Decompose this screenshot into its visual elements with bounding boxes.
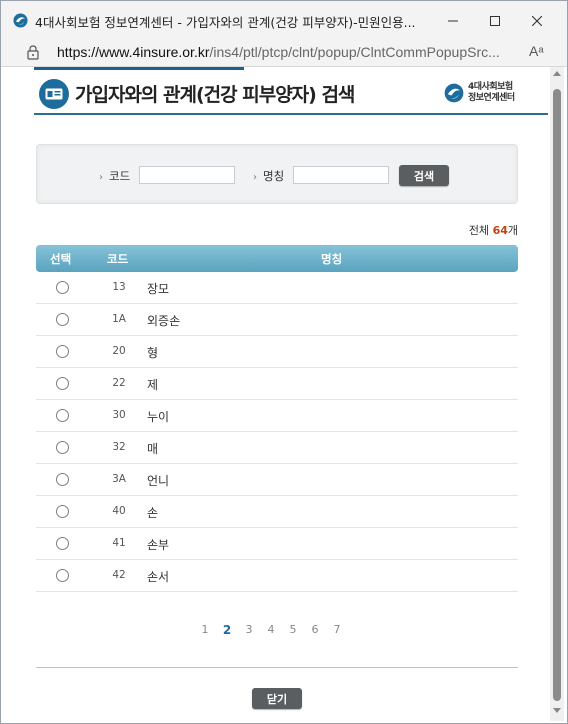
maximize-icon: [490, 16, 500, 26]
row-name: 매: [147, 442, 159, 456]
row-name: 제: [147, 378, 159, 392]
row-code: 40: [112, 505, 126, 517]
name-label: › 명칭: [253, 168, 284, 184]
code-label: › 코드: [99, 168, 130, 184]
name-input[interactable]: [293, 166, 389, 184]
name-label-text: 명칭: [263, 169, 285, 183]
table-row[interactable]: 13 장모: [36, 272, 518, 304]
id-card-icon: [39, 79, 69, 109]
scroll-up-arrow-icon[interactable]: [553, 71, 561, 76]
url-field[interactable]: https://www.4insure.or.kr/ins4/ptl/ptcp/…: [57, 44, 517, 60]
browser-window: 4대사회보험 정보연계센터 - 가입자와의 관계(건강 피부양자)-민원인용..…: [0, 0, 568, 724]
title-bar: 4대사회보험 정보연계센터 - 가입자와의 관계(건강 피부양자)-민원인용..…: [1, 1, 567, 39]
popup-header: 가입자와의 관계(건강 피부양자) 검색 4대사회보험 정보연계센터: [34, 67, 548, 115]
row-code: 30: [112, 409, 126, 421]
brand-logo: 4대사회보험 정보연계센터: [444, 82, 548, 106]
table-header: 선택 코드 명칭: [36, 245, 518, 272]
search-button[interactable]: 검색: [399, 165, 449, 186]
row-code: 41: [112, 537, 126, 549]
site-logo-icon: [13, 13, 28, 28]
bullet-arrow-icon: ›: [99, 172, 103, 183]
table-row[interactable]: 32 매: [36, 432, 518, 464]
page-link-4[interactable]: 4: [264, 623, 278, 636]
row-code: 22: [112, 377, 126, 389]
bullet-arrow-icon: ›: [253, 172, 257, 183]
row-radio[interactable]: [56, 569, 69, 582]
row-radio[interactable]: [56, 441, 69, 454]
row-radio[interactable]: [56, 409, 69, 422]
row-name: 형: [147, 346, 159, 360]
row-name: 언니: [147, 474, 170, 488]
row-name: 장모: [147, 282, 170, 296]
table-row[interactable]: 1A 외증손: [36, 304, 518, 336]
row-code: 32: [112, 441, 126, 453]
row-name: 외증손: [147, 314, 181, 328]
row-code: 3A: [112, 473, 126, 485]
row-radio[interactable]: [56, 313, 69, 326]
close-button[interactable]: 닫기: [252, 688, 302, 709]
url-path: /ins4/ptl/ptcp/clnt/popup/ClntCommPopupS…: [209, 44, 500, 60]
row-radio[interactable]: [56, 537, 69, 550]
scroll-thumb[interactable]: [553, 89, 561, 701]
row-name: 손서: [147, 570, 170, 584]
header-code: 코드: [107, 252, 129, 266]
total-suffix: 개: [507, 224, 518, 237]
table-row[interactable]: 42 손서: [36, 560, 518, 592]
header-accent-bar: [34, 67, 244, 70]
window-title: 4대사회보험 정보연계센터 - 가입자와의 관계(건강 피부양자)-민원인용..…: [35, 15, 416, 30]
brand-text: 4대사회보험 정보연계센터: [468, 82, 515, 104]
url-host: https://www.4insure.or.kr: [57, 44, 210, 60]
row-code: 1A: [112, 313, 126, 325]
read-aloud-icon[interactable]: Aᵃ: [529, 43, 544, 59]
table-row[interactable]: 22 제: [36, 368, 518, 400]
page-link-current[interactable]: 2: [220, 623, 234, 637]
table-row[interactable]: 20 형: [36, 336, 518, 368]
code-label-text: 코드: [109, 169, 131, 183]
row-radio[interactable]: [56, 281, 69, 294]
search-panel: › 코드 › 명칭 검색: [36, 144, 518, 204]
page-link-1[interactable]: 1: [198, 623, 212, 636]
total-count: 전체 64개: [431, 222, 518, 238]
table-row[interactable]: 40 손: [36, 496, 518, 528]
total-prefix: 전체: [468, 224, 490, 237]
row-name: 누이: [147, 410, 170, 424]
table-row[interactable]: 3A 언니: [36, 464, 518, 496]
page-link-7[interactable]: 7: [330, 623, 344, 636]
minimize-icon: [448, 20, 458, 22]
lock-icon[interactable]: [26, 44, 40, 60]
minimize-button[interactable]: [435, 7, 471, 35]
result-table: 선택 코드 명칭 13 장모 1A 외증손 20 형 22 제 30 누이 32 매 3A 언…: [36, 245, 518, 592]
header-select: 선택: [50, 252, 72, 266]
maximize-button[interactable]: [477, 7, 513, 35]
row-code: 13: [112, 281, 126, 293]
row-radio[interactable]: [56, 377, 69, 390]
brand-logo-icon: [444, 83, 464, 103]
row-code: 20: [112, 345, 126, 357]
page-title: 가입자와의 관계(건강 피부양자) 검색: [75, 84, 355, 106]
close-icon: [532, 16, 542, 26]
row-name: 손부: [147, 538, 170, 552]
brand-line1: 4대사회보험: [468, 82, 513, 92]
brand-line2: 정보연계센터: [468, 93, 515, 103]
row-name: 손: [147, 506, 159, 520]
vertical-scrollbar[interactable]: [550, 67, 564, 721]
total-number: 64: [492, 224, 508, 237]
address-bar: https://www.4insure.or.kr/ins4/ptl/ptcp/…: [1, 39, 567, 67]
row-radio[interactable]: [56, 473, 69, 486]
row-radio[interactable]: [56, 345, 69, 358]
header-name: 명칭: [321, 252, 343, 266]
page-link-5[interactable]: 5: [286, 623, 300, 636]
table-row[interactable]: 30 누이: [36, 400, 518, 432]
code-input[interactable]: [139, 166, 235, 184]
footer-divider: [36, 667, 518, 668]
row-radio[interactable]: [56, 505, 69, 518]
row-code: 42: [112, 569, 126, 581]
page-link-3[interactable]: 3: [242, 623, 256, 636]
scroll-down-arrow-icon[interactable]: [553, 708, 561, 713]
table-row[interactable]: 41 손부: [36, 528, 518, 560]
close-window-button[interactable]: [519, 7, 555, 35]
page-link-6[interactable]: 6: [308, 623, 322, 636]
